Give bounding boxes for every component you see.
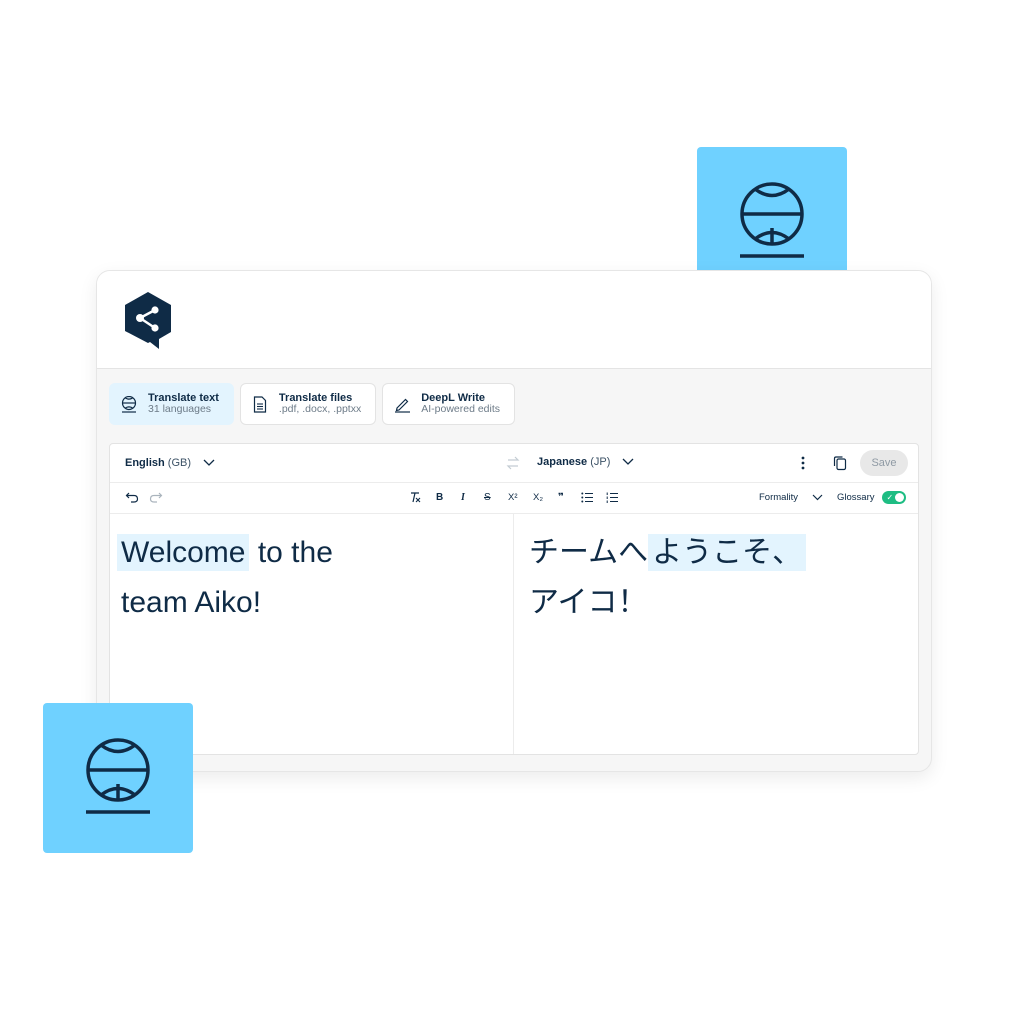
more-options-icon[interactable]	[800, 455, 806, 471]
swap-languages-icon[interactable]	[505, 455, 521, 471]
globe-icon	[740, 181, 804, 258]
tab-deepl-write[interactable]: DeepL Write AI-powered edits	[382, 383, 516, 425]
formality-select[interactable]: Formality	[759, 492, 823, 503]
target-text-pane[interactable]: チームへ ようこそ、 アイコ！	[514, 514, 918, 754]
target-language-select[interactable]: Japanese (JP)	[537, 456, 634, 468]
highlighted-word: Welcome	[117, 534, 250, 571]
source-language-select[interactable]: English (GB)	[125, 457, 215, 469]
check-icon: ✓	[886, 493, 894, 502]
strikethrough-button[interactable]: S	[484, 491, 491, 505]
target-line-1: チームへ ようこそ、	[529, 528, 807, 578]
redo-icon[interactable]	[149, 491, 163, 503]
document-icon	[251, 395, 269, 413]
deepl-logo-icon[interactable]	[123, 291, 173, 351]
glossary-toggle[interactable]: ✓	[882, 491, 907, 504]
target-line-2: アイコ！	[529, 586, 648, 619]
pen-icon	[393, 395, 411, 413]
subscript-button[interactable]: X₂	[533, 491, 543, 505]
toggle-knob	[895, 493, 905, 502]
numbered-list-icon[interactable]	[606, 492, 618, 503]
source-text-fragment: to the	[249, 536, 333, 569]
formality-label: Formality	[759, 492, 799, 503]
chevron-down-icon	[203, 459, 215, 466]
tab-subtitle: 31 languages	[148, 403, 212, 415]
language-bar: English (GB) Japanese (JP) Save	[110, 444, 918, 483]
italic-button[interactable]: I	[461, 491, 465, 505]
clear-format-icon[interactable]	[409, 491, 421, 503]
globe-tile-bottom	[43, 703, 193, 853]
globe-icon	[86, 738, 150, 814]
card-header	[97, 271, 931, 369]
source-text: Welcome to the team Aiko!	[117, 528, 333, 628]
globe-icon	[120, 395, 138, 413]
quote-button[interactable]: ❞	[558, 491, 564, 505]
formatting-toolbar: B I S X² X₂ ❞ Formality Glossary ✓	[110, 483, 918, 514]
source-language-label: English (GB)	[125, 457, 192, 469]
mode-tabs: Translate text 31 languages Translate fi…	[109, 383, 516, 425]
tab-subtitle: AI-powered edits	[421, 403, 501, 415]
bold-button[interactable]: B	[436, 491, 443, 505]
glossary-control: Glossary ✓	[837, 491, 907, 504]
tab-translate-text[interactable]: Translate text 31 languages	[109, 383, 234, 425]
highlighted-word: ようこそ、	[648, 534, 807, 571]
copy-icon[interactable]	[833, 455, 847, 471]
undo-icon[interactable]	[125, 491, 139, 503]
translator-card: Translate text 31 languages Translate fi…	[96, 270, 932, 772]
translation-editor: English (GB) Japanese (JP) Save B I S X²…	[109, 443, 919, 755]
source-line-2: team Aiko!	[121, 586, 262, 619]
save-button[interactable]: Save	[860, 450, 908, 476]
chevron-down-icon	[812, 494, 823, 501]
target-text: チームへ ようこそ、 アイコ！	[529, 528, 807, 628]
superscript-button[interactable]: X²	[508, 491, 518, 505]
target-text-fragment: チームへ	[529, 536, 649, 569]
glossary-label: Glossary	[837, 492, 875, 503]
bullet-list-icon[interactable]	[581, 492, 593, 503]
chevron-down-icon	[622, 458, 634, 465]
tab-translate-files[interactable]: Translate files .pdf, .docx, .pptxx	[239, 383, 377, 425]
tab-subtitle: .pdf, .docx, .pptxx	[278, 403, 362, 415]
source-line-1: Welcome to the	[117, 528, 333, 578]
target-language-label: Japanese (JP)	[537, 456, 611, 468]
